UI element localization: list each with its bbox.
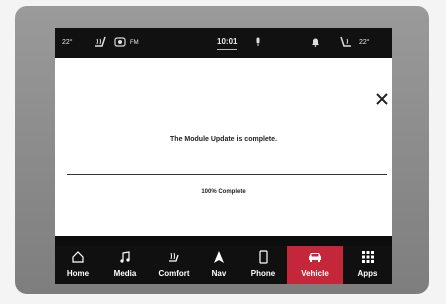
nav-home[interactable]: Home: [55, 246, 101, 284]
car-icon: [287, 250, 343, 264]
nav-label: Vehicle: [301, 269, 329, 278]
update-complete-dialog: The Module Update is complete. 100% Comp…: [55, 58, 392, 236]
update-message: The Module Update is complete.: [170, 136, 277, 143]
clock-time: 10:01: [217, 37, 238, 46]
progress-status: 100% Complete: [201, 189, 246, 195]
nav-phone[interactable]: Phone: [239, 246, 287, 284]
microphone-icon[interactable]: [255, 37, 261, 49]
nav-navigation[interactable]: Nav: [199, 246, 239, 284]
heated-seat-icon[interactable]: [93, 36, 109, 50]
passenger-heated-seat-icon[interactable]: [338, 36, 354, 50]
notification-bell-icon[interactable]: [311, 37, 320, 49]
seat-heat-icon: [149, 250, 199, 264]
navigation-arrow-icon: [199, 250, 239, 264]
bottom-nav-bar: Home Media Comfort Nav Phone Vehicle App…: [55, 246, 392, 284]
apps-grid-icon: [343, 250, 392, 264]
nav-label: Nav: [211, 269, 227, 278]
progress-divider: [67, 174, 387, 175]
nav-apps[interactable]: Apps: [343, 246, 392, 284]
driver-temperature[interactable]: 22°: [62, 39, 73, 46]
music-note-icon: [101, 250, 149, 264]
nav-comfort[interactable]: Comfort: [149, 246, 199, 284]
clock-underline: [217, 49, 237, 50]
close-icon[interactable]: [375, 92, 389, 106]
nav-label: Comfort: [158, 269, 190, 278]
nav-label: Phone: [250, 269, 276, 278]
passenger-temperature[interactable]: 22°: [359, 39, 370, 46]
nav-media[interactable]: Media: [101, 246, 149, 284]
head-unit-screen: 22° FM 10:01 22° The Module Update is co…: [55, 28, 392, 284]
fan-icon[interactable]: [113, 36, 127, 50]
radio-band-label: FM: [130, 40, 139, 46]
nav-label: Apps: [357, 269, 378, 278]
status-bar: 22° FM 10:01 22°: [55, 28, 392, 58]
nav-label: Home: [66, 269, 90, 278]
home-icon: [55, 250, 101, 264]
nav-label: Media: [113, 269, 137, 278]
nav-vehicle[interactable]: Vehicle: [287, 246, 343, 284]
phone-icon: [239, 250, 287, 264]
